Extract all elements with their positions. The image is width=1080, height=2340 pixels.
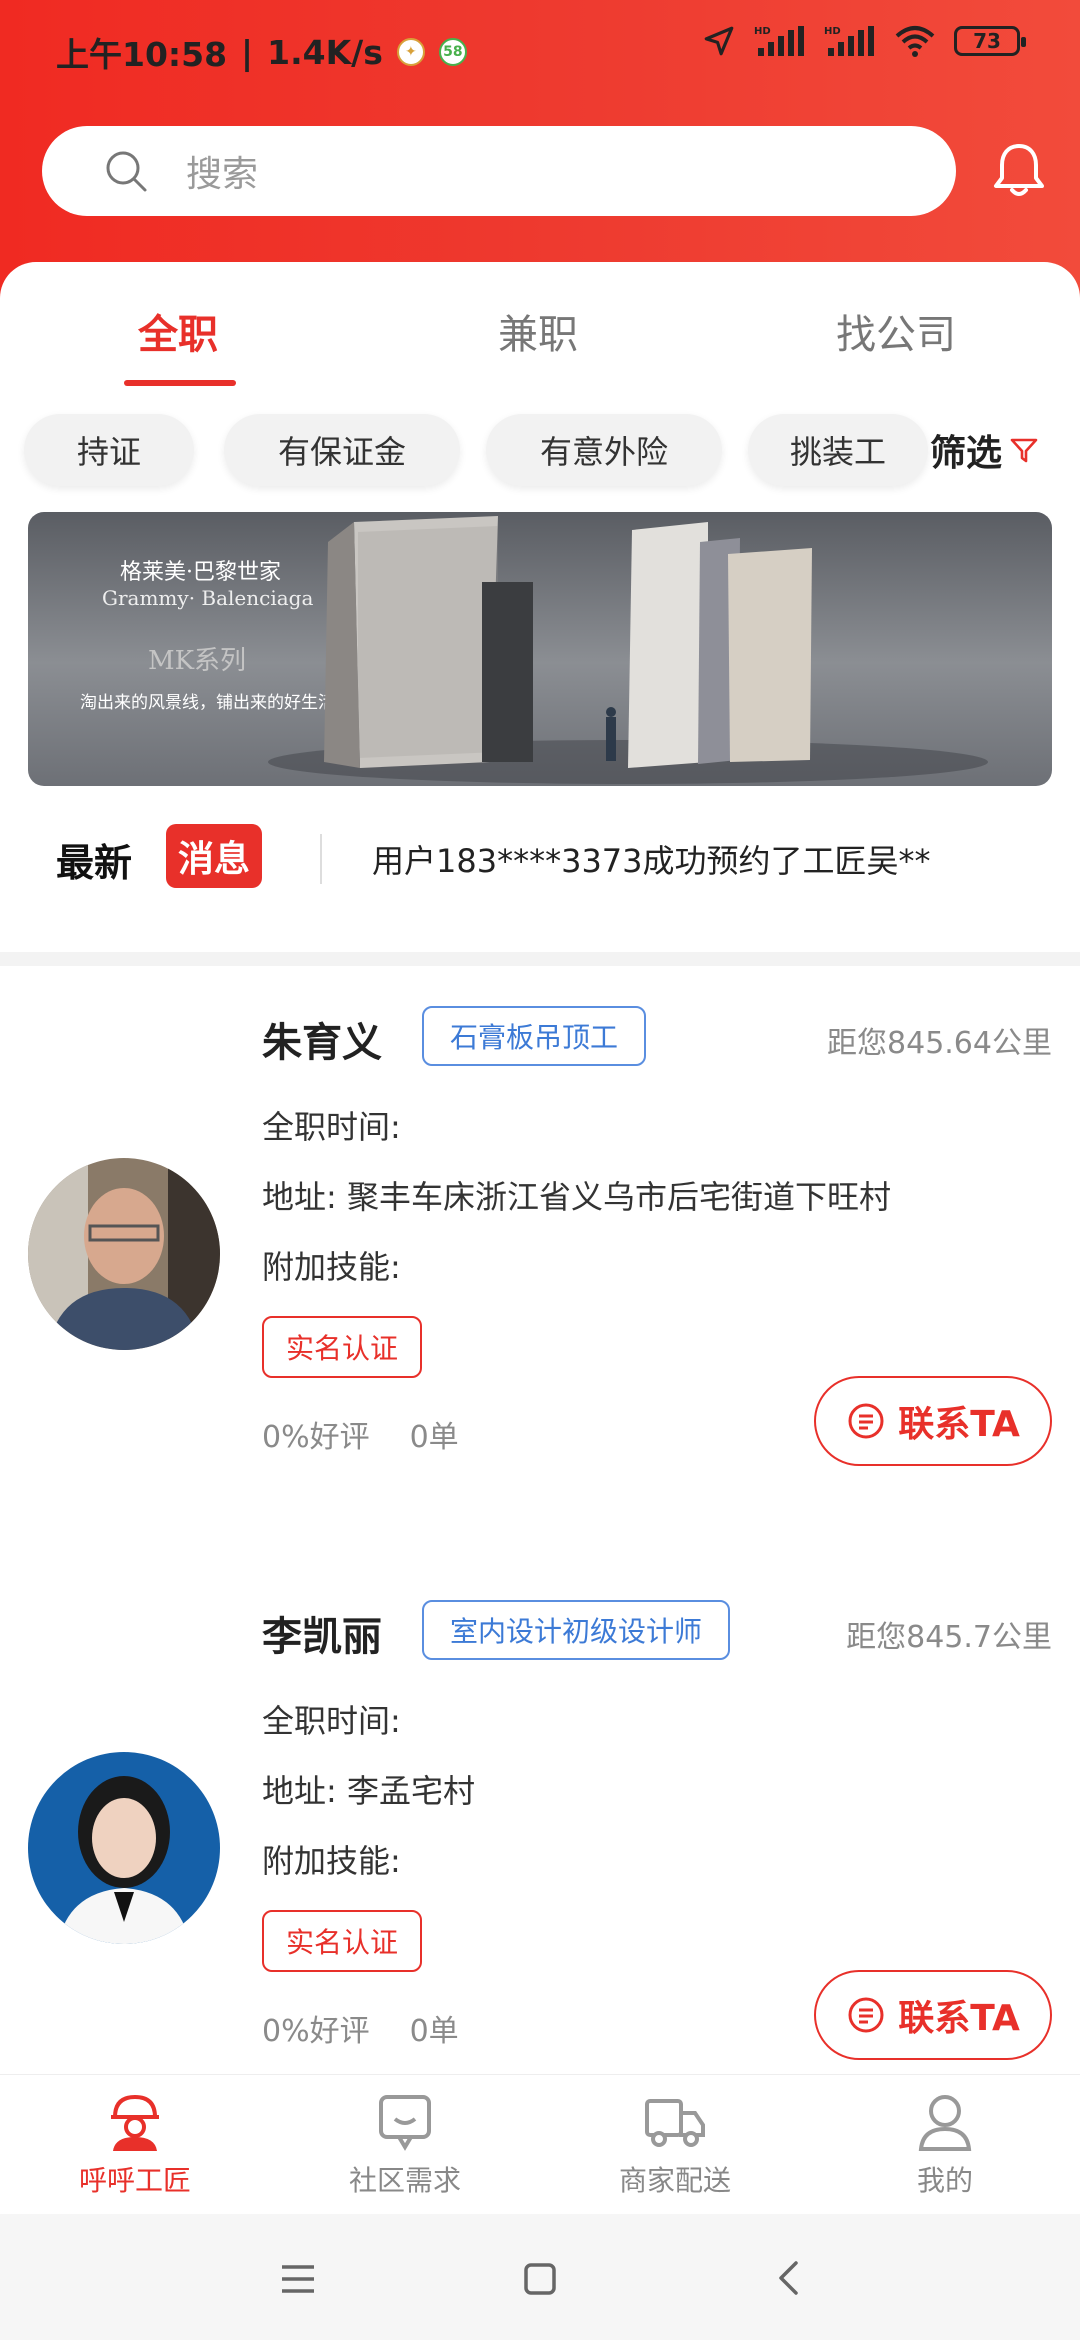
tabbar-item-craftsman[interactable]: 呼呼工匠 [0,2089,270,2199]
verified-badge: 实名认证 [262,1910,423,1972]
bottom-tab-bar: 呼呼工匠 社区需求 商家配送 我的 [0,2074,1080,2214]
contact-button[interactable]: 联系TA [814,1376,1052,1466]
status-bar: 上午10:58 | 1.4K/s ✦ 58 HD HD 73 [0,0,1080,96]
wifi-icon [895,26,935,57]
status-right: HD HD 73 [702,24,1026,58]
tabbar-item-community[interactable]: 社区需求 [270,2089,540,2199]
home-square-icon[interactable] [523,2262,557,2296]
chip-certified[interactable]: 持证 [24,414,194,486]
contact-label: 联系TA [898,1404,1020,1445]
tabbar-item-delivery[interactable]: 商家配送 [540,2089,810,2199]
chip-insurance[interactable]: 有意外险 [486,414,722,486]
contact-button[interactable]: 联系TA [814,1970,1052,2060]
worker-skills-label: 附加技能: [262,1248,401,1286]
worker-distance: 距您845.64公里 [827,1026,1052,1061]
person-icon [918,2095,972,2151]
hd-signal-icon: HD [824,26,874,56]
news-text: 用户183****3373成功预约了工匠吴** [372,842,931,880]
status-left: 上午10:58 | 1.4K/s ✦ 58 [56,28,467,76]
tabbar-label: 呼呼工匠 [78,2164,191,2197]
menu-icon[interactable] [280,2264,316,2294]
tab-parttime[interactable]: 兼职 [498,302,578,360]
filter-icon [1010,438,1038,463]
battery-indicator: 73 [954,26,1026,56]
status-separator: | [241,32,254,72]
worker-trade-tag: 石膏板吊顶工 [422,1006,647,1066]
worker-distance: 距您845.7公里 [846,1620,1052,1655]
worker-rating: 0%好评 [262,2014,370,2049]
app58-icon: 58 [438,38,467,66]
tab-bar: 全职 兼职 找公司 [0,262,1080,392]
tab-active-indicator [124,380,236,386]
worker-stats: 0%好评 0单 [262,2006,459,2050]
worker-card[interactable]: 李凯丽 室内设计初级设计师 距您845.7公里 全职时间: 地址: 李孟宅村 附… [0,1560,1080,2074]
message-icon [848,1997,884,2033]
worker-skills-label: 附加技能: [262,1842,401,1880]
worker-time-label: 全职时间: [262,1702,401,1740]
contact-label: 联系TA [898,1998,1020,2039]
tabbar-item-mine[interactable]: 我的 [810,2089,1080,2199]
main-card: 全职 兼职 找公司 持证 有保证金 有意外险 挑装工 筛选 格莱美·巴黎世家 G… [0,262,1080,952]
worker-orders: 0单 [409,2014,459,2049]
worker-name: 朱育义 [262,1020,382,1066]
worker-rating: 0%好评 [262,1420,370,1455]
chat-bubble-icon [379,2095,431,2151]
chip-deposit[interactable]: 有保证金 [224,414,460,486]
status-speed: 1.4K/s [267,32,383,72]
worker-address: 地址: 聚丰车床浙江省义乌市后宅街道下旺村 [262,1178,891,1216]
tabbar-label: 商家配送 [618,2164,731,2197]
bell-icon[interactable] [988,140,1050,202]
svg-text:HD: HD [824,26,841,37]
worker-orders: 0单 [409,1420,459,1455]
search-placeholder: 搜索 [186,154,259,195]
hd-signal-icon: HD [754,26,804,56]
tab-fulltime[interactable]: 全职 [138,302,218,360]
news-divider [320,834,322,884]
news-latest-label: 最新 [56,841,133,885]
chip-picky-worker[interactable]: 挑装工 [748,414,928,486]
filter-chips: 持证 有保证金 有意外险 挑装工 筛选 [0,414,1080,494]
sina-icon: ✦ [396,38,425,66]
filter-label: 筛选 [930,433,1003,474]
promo-banner[interactable]: 格莱美·巴黎世家 Grammy· Balenciaga MK系列 淘出来的风景线… [28,512,1052,786]
avatar [28,1158,220,1350]
verified-badge: 实名认证 [262,1316,423,1378]
news-ticker[interactable]: 最新 消息 用户183****3373成功预约了工匠吴** [0,802,1080,912]
worker-card[interactable]: 朱育义 石膏板吊顶工 距您845.64公里 全职时间: 地址: 聚丰车床浙江省义… [0,966,1080,1560]
news-badge: 消息 [166,824,263,888]
search-icon [106,151,147,192]
truck-icon [645,2099,705,2147]
worker-name: 李凯丽 [262,1614,382,1660]
svg-text:HD: HD [754,26,771,37]
location-arrow-icon [704,26,734,56]
banner-stone-slabs-illustration [268,516,988,784]
tab-find-company[interactable]: 找公司 [836,302,956,360]
tabbar-label: 社区需求 [348,2164,461,2197]
status-time: 上午10:58 [56,35,228,74]
worker-stats: 0%好评 0单 [262,1412,459,1456]
avatar [28,1752,220,1944]
filter-button[interactable]: 筛选 [930,424,1040,476]
worker-list: 朱育义 石膏板吊顶工 距您845.64公里 全职时间: 地址: 聚丰车床浙江省义… [0,966,1080,2074]
back-chevron-icon[interactable] [776,2260,800,2296]
worker-address: 地址: 李孟宅村 [262,1772,475,1810]
worker-helmet-icon [111,2094,159,2151]
message-icon [848,1403,884,1439]
worker-time-label: 全职时间: [262,1108,401,1146]
worker-trade-tag: 室内设计初级设计师 [422,1600,731,1660]
tabbar-label: 我的 [916,2164,973,2197]
system-nav-bar [0,2214,1080,2340]
search-input[interactable]: 搜索 [42,126,956,216]
